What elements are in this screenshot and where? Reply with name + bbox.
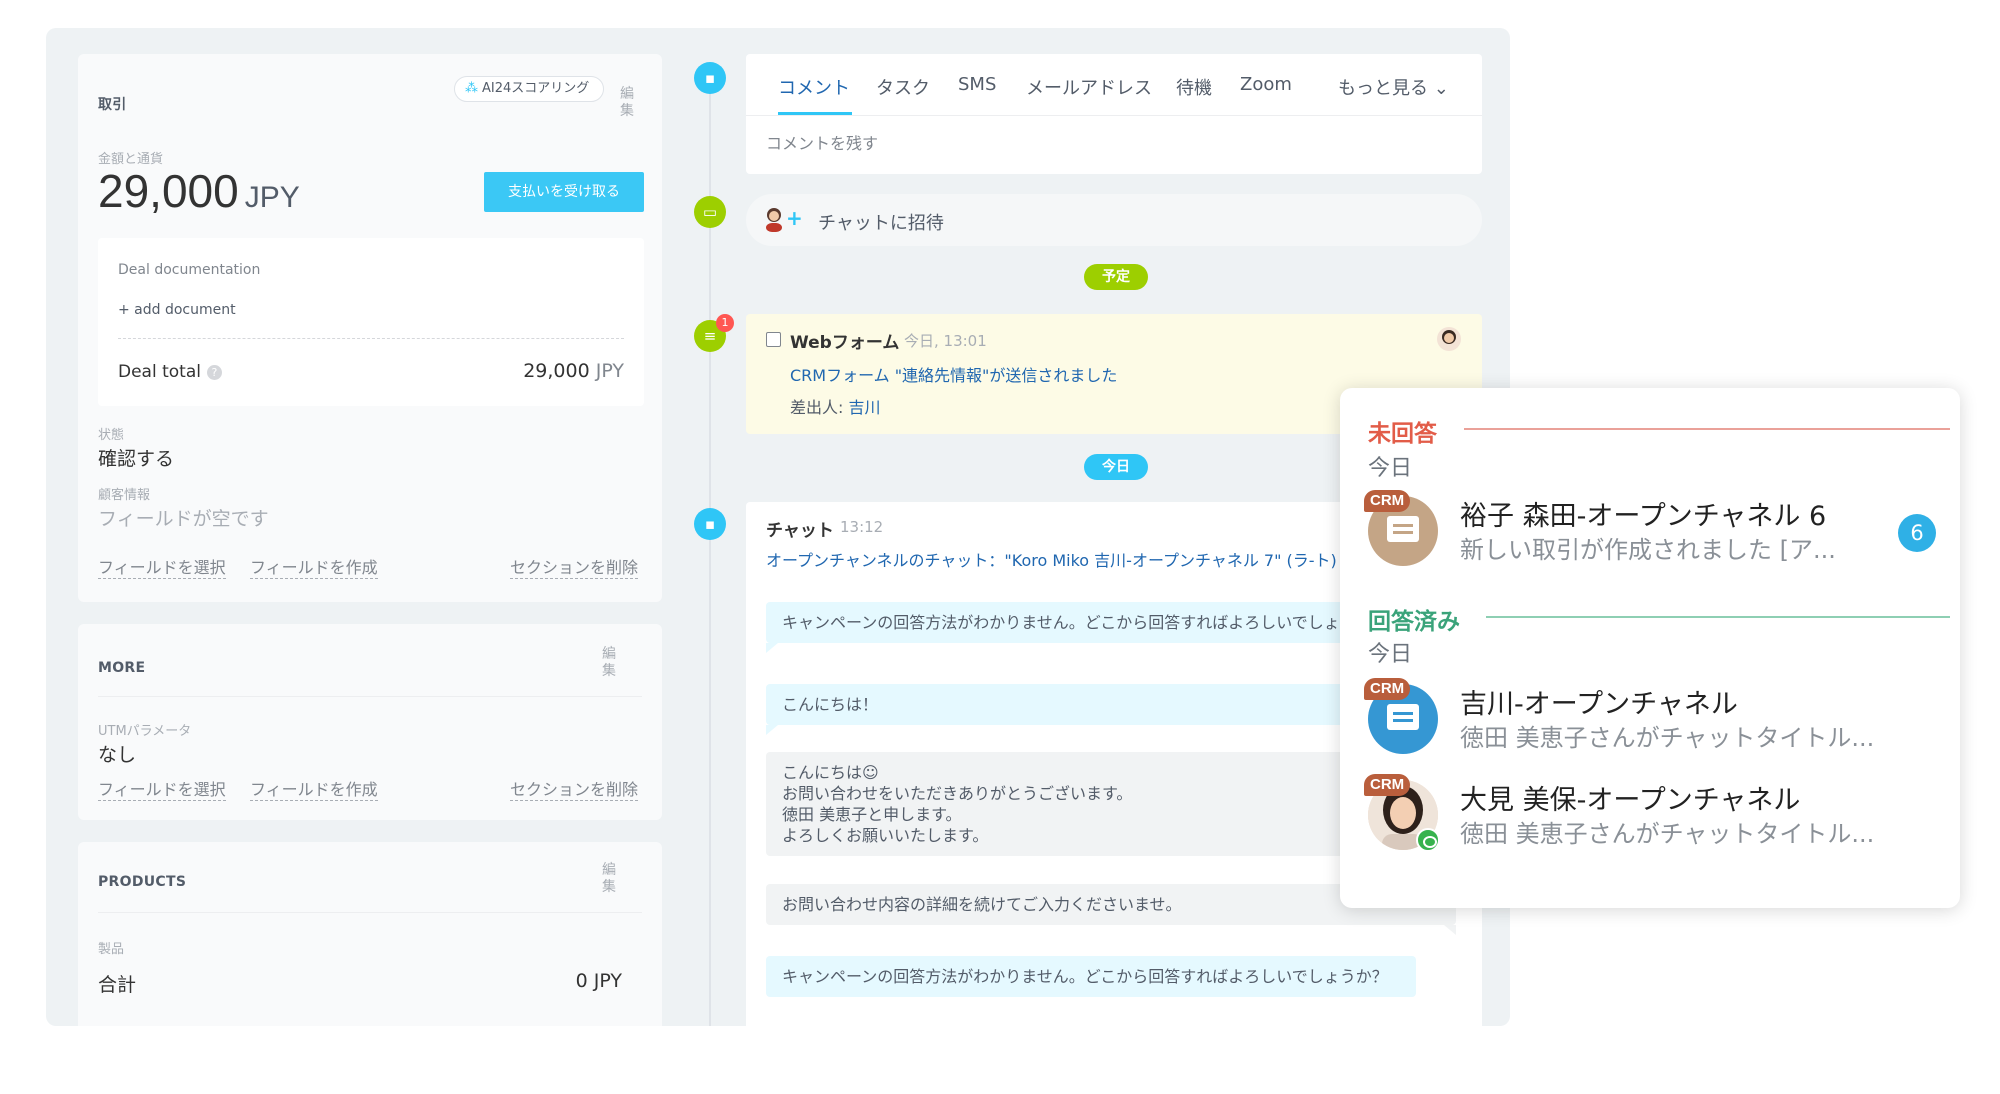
comment-icon: ▪ [694, 62, 726, 94]
status-value[interactable]: 確認する [98, 444, 174, 471]
chat-icon: ▪ [694, 508, 726, 540]
chat-message-incoming: キャンペーンの回答方法がわかりません。どこから回答すればよろしいでしょうか？ [766, 956, 1416, 997]
delete-section-link[interactable]: セクションを削除 [510, 776, 639, 801]
customer-info-value: フィールドが空です [98, 508, 269, 530]
unanswered-heading: 未回答 [1368, 421, 1437, 447]
tab-comment[interactable]: コメント [778, 74, 850, 100]
tab-more-dropdown[interactable]: もっと見る ⌄ [1338, 74, 1449, 100]
divider [1464, 428, 1950, 430]
utm-value: なし [98, 744, 137, 766]
chat-title: チャット [766, 521, 834, 541]
divider [118, 338, 624, 339]
delete-section-link[interactable]: セクションを削除 [510, 554, 639, 579]
divider [98, 696, 642, 697]
more-edit-button[interactable]: 編 集 [600, 646, 618, 680]
crm-badge: CRM [1364, 678, 1411, 700]
help-icon[interactable]: ? [206, 364, 222, 380]
tab-sms[interactable]: SMS [958, 74, 996, 95]
complete-checkbox[interactable] [766, 332, 781, 347]
chat-bubble-icon [1387, 516, 1419, 542]
scheduled-pill: 予定 [1084, 264, 1148, 290]
create-field-link[interactable]: フィールドを作成 [250, 776, 378, 801]
products-total-label: 合計 [98, 974, 137, 996]
customer-info-label: 顧客情報 [98, 488, 151, 503]
deal-edit-button[interactable]: 編 集 [618, 86, 636, 120]
open-channel-icon [1416, 828, 1440, 852]
products-card: PRODUCTS 編 集 製品 合計 0 JPY [78, 842, 662, 1026]
answered-heading: 回答済み [1368, 609, 1460, 635]
tab-email[interactable]: メールアドレス [1026, 74, 1152, 100]
chat-bubble-icon: ▭ [694, 196, 726, 228]
chat-list-item[interactable]: CRM 吉川-オープンチャネル 徳田 美恵子さんがチャットタイトル... [1364, 678, 1944, 758]
chat-invite-bar[interactable]: + チャットに招待 [746, 194, 1482, 246]
unread-count-badge: 6 [1898, 514, 1936, 552]
crm-deal-window: 取引 ⁂ AI24スコアリング 編 集 金額と通貨 29,000 JPY 支払いを受… [46, 28, 1510, 1026]
day-label: 今日 [1368, 642, 1413, 667]
products-card-title: PRODUCTS [98, 874, 187, 890]
ai-scoring-button[interactable]: ⁂ AI24スコアリング [454, 76, 605, 102]
products-total-value: 0 JPY [575, 970, 622, 992]
deal-documentation-box: Deal documentation + add document Deal t… [98, 238, 644, 406]
today-pill: 今日 [1084, 454, 1148, 480]
divider [1486, 616, 1950, 618]
webform-sender: 差出人: 吉川 [790, 398, 881, 417]
chat-preview: 徳田 美恵子さんがチャットタイトル... [1460, 724, 1875, 752]
webform-link[interactable]: CRMフォーム "連絡先情報"が送信されました [790, 362, 1117, 386]
select-field-link[interactable]: フィールドを選択 [98, 776, 226, 801]
user-avatar-icon [766, 208, 782, 232]
amount-value: 29,000 JPY [98, 165, 300, 217]
deal-card-title: 取引 [98, 97, 127, 113]
crm-badge: CRM [1364, 490, 1411, 512]
add-icon: + [786, 206, 803, 230]
chat-link[interactable]: オープンチャンネルのチャット："Koro Miko 吉川-オープンチャネル 7"… [766, 550, 1366, 572]
chat-name: 吉川-オープンチャネル [1460, 689, 1738, 720]
deal-total-value: 29,000 JPY [523, 360, 624, 382]
tab-zoom[interactable]: Zoom [1240, 74, 1292, 95]
more-card-title: MORE [98, 660, 146, 676]
receive-payment-button[interactable]: 支払いを受け取る [484, 172, 644, 212]
status-label: 状態 [98, 428, 125, 443]
chat-name: 裕子 森田-オープンチャネル 6 [1460, 501, 1827, 532]
webform-title: Webフォーム [790, 333, 900, 353]
active-tab-indicator [778, 112, 852, 115]
product-label: 製品 [98, 942, 125, 957]
day-label: 今日 [1368, 456, 1413, 481]
divider [98, 912, 642, 913]
chat-list-item[interactable]: CRM 裕子 森田-オープンチャネル 6 新しい取引が作成されました [ア...… [1364, 490, 1944, 570]
chat-preview: 徳田 美恵子さんがチャットタイトル... [1460, 820, 1875, 848]
open-channel-popup: 未回答 今日 CRM 裕子 森田-オープンチャネル 6 新しい取引が作成されまし… [1340, 388, 1960, 908]
select-field-link[interactable]: フィールドを選択 [98, 554, 226, 579]
tab-task[interactable]: タスク [876, 74, 930, 100]
activity-editor: コメント タスク SMS メールアドレス 待機 Zoom もっと見る ⌄ コメン… [746, 54, 1482, 174]
tab-wait[interactable]: 待機 [1176, 74, 1212, 100]
chat-preview: 新しい取引が作成されました [ア... [1460, 536, 1836, 564]
add-document-link[interactable]: + add document [118, 302, 236, 318]
deal-total-label: Deal total? [118, 362, 222, 382]
chat-bubble-icon [1387, 704, 1419, 730]
utm-label: UTMパラメータ [98, 724, 192, 739]
chat-invite-label: チャットに招待 [818, 213, 944, 234]
comment-input[interactable]: コメントを残す [766, 130, 878, 154]
user-avatar-icon [1437, 327, 1461, 351]
more-card: MORE 編 集 UTMパラメータ なし フィールドを選択 フィールドを作成 セ… [78, 624, 662, 820]
products-edit-button[interactable]: 編 集 [600, 862, 618, 896]
chat-time: 13:12 [840, 518, 884, 536]
ai-nodes-icon: ⁂ [465, 81, 478, 96]
activity-tabs: コメント タスク SMS メールアドレス 待機 Zoom もっと見る ⌄ [746, 54, 1482, 116]
chat-name: 大見 美保-オープンチャネル [1460, 785, 1801, 816]
deal-card: 取引 ⁂ AI24スコアリング 編 集 金額と通貨 29,000 JPY 支払いを受… [78, 54, 662, 602]
deal-documentation-label: Deal documentation [118, 262, 261, 278]
chat-list-item[interactable]: CRM 大見 美保-オープンチャネル 徳田 美恵子さんがチャットタイトル... [1364, 774, 1944, 854]
webform-time: 今日, 13:01 [904, 332, 987, 350]
crm-badge: CRM [1364, 774, 1411, 796]
notification-badge: 1 [716, 314, 734, 332]
create-field-link[interactable]: フィールドを作成 [250, 554, 378, 579]
